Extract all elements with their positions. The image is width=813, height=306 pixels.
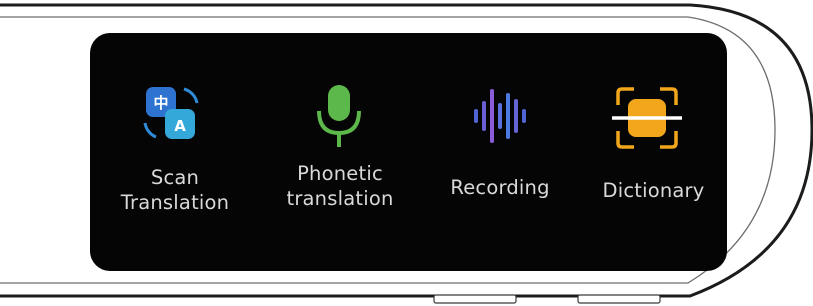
app-recording[interactable]: Recording (420, 33, 580, 271)
home-screen: 中 A Scan Translation Phonetic translatio… (90, 33, 727, 271)
label-line2: Translation (120, 191, 230, 214)
label-line2: translation (286, 187, 394, 210)
side-button-1 (433, 294, 517, 304)
label-line1: Phonetic (297, 162, 383, 185)
scan-translation-icon: 中 A (143, 87, 199, 139)
label-line1: Scan (150, 166, 200, 189)
label-line1: Recording (450, 176, 550, 199)
app-dictionary[interactable]: Dictionary (580, 33, 727, 271)
side-button-2 (577, 294, 661, 304)
svg-text:中: 中 (153, 94, 168, 112)
app-scan-translation-label: Scan Translation (90, 165, 260, 215)
app-scan-translation[interactable]: 中 A Scan Translation (90, 33, 260, 271)
microphone-icon (317, 85, 361, 147)
dictionary-scan-icon (612, 87, 682, 149)
svg-text:A: A (174, 117, 186, 135)
label-line1: Dictionary (602, 179, 705, 202)
recording-waveform-icon (474, 89, 526, 143)
app-phonetic-translation[interactable]: Phonetic translation (260, 33, 420, 271)
app-phonetic-translation-label: Phonetic translation (260, 161, 420, 211)
app-dictionary-label: Dictionary (580, 178, 727, 203)
pen-translator-device: 中 A Scan Translation Phonetic translatio… (0, 0, 813, 306)
app-recording-label: Recording (420, 175, 580, 200)
